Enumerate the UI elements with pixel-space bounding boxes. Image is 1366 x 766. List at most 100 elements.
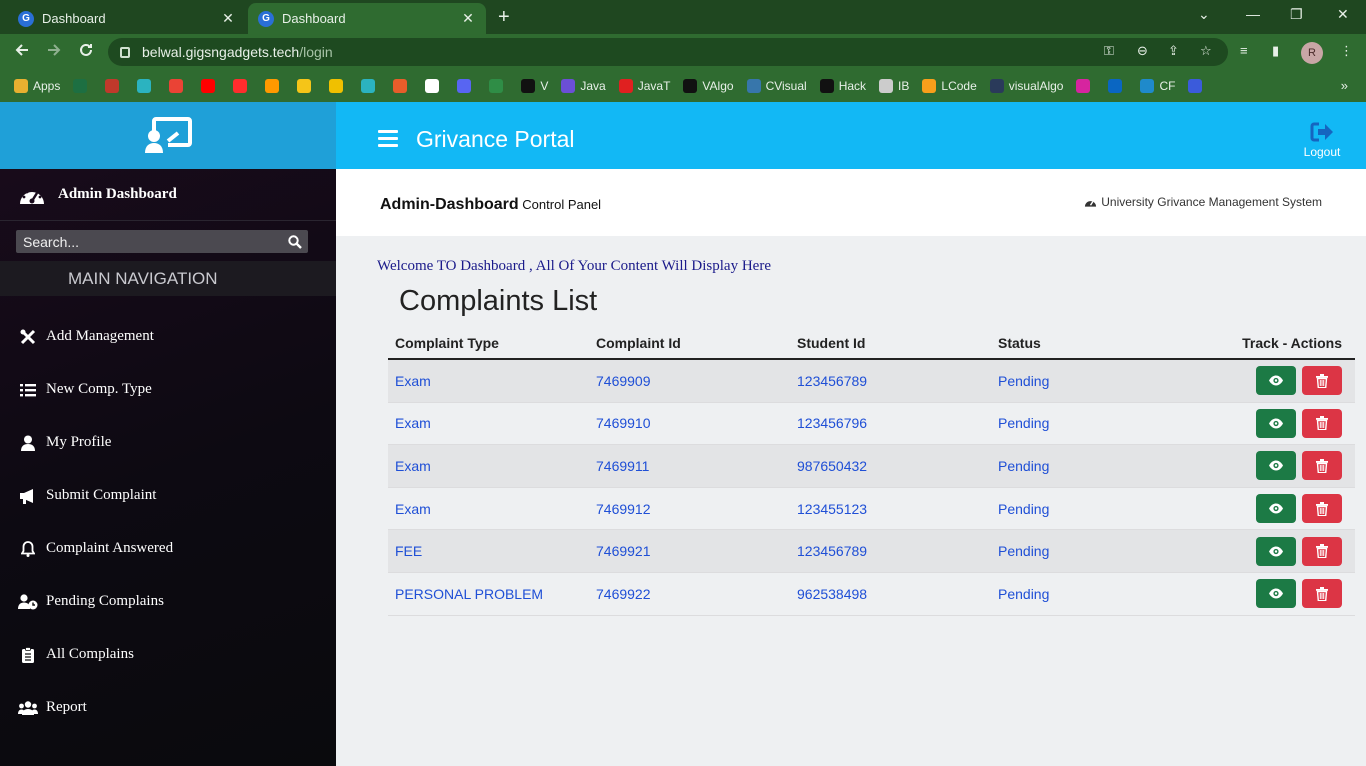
bookmark-item[interactable]: Apps xyxy=(14,79,60,93)
bookmark-item[interactable]: IB xyxy=(879,79,909,93)
sidebar-item-submit-complaint[interactable]: Submit Complaint xyxy=(18,487,156,504)
search-input[interactable] xyxy=(16,233,282,250)
admin-dashboard-link[interactable]: Admin Dashboard xyxy=(0,169,336,221)
url-omnibox[interactable]: belwal.gigsngadgets.tech/login xyxy=(108,38,1228,66)
minimize-icon[interactable]: — xyxy=(1246,6,1260,22)
delete-button[interactable] xyxy=(1302,536,1342,566)
bookmark-item[interactable]: Java xyxy=(561,79,606,93)
student-id-cell: 123456796 xyxy=(797,415,868,432)
sidebar-item-all-complains[interactable]: All Complains xyxy=(18,646,134,663)
view-button[interactable] xyxy=(1256,408,1296,438)
trash-icon xyxy=(1316,586,1328,601)
new-tab-icon[interactable]: + xyxy=(498,6,510,29)
bookmark-item[interactable]: LCode xyxy=(922,79,977,93)
complaint-id-cell: 7469910 xyxy=(596,415,651,432)
tab-search-icon[interactable]: ⌄ xyxy=(1198,6,1210,23)
bookmark-item[interactable] xyxy=(73,79,92,93)
key-icon[interactable]: ⚿ xyxy=(1104,43,1114,59)
delete-button[interactable] xyxy=(1302,451,1342,481)
hamburger-menu-icon[interactable] xyxy=(378,130,398,151)
forward-icon[interactable] xyxy=(46,42,62,63)
bookmarks-overflow-icon[interactable]: » xyxy=(1341,78,1348,93)
table-row: FEE 7469921 123456789 Pending xyxy=(388,530,1355,573)
bookmark-item[interactable] xyxy=(137,79,156,93)
bookmark-item[interactable] xyxy=(1108,79,1127,93)
bookmark-item[interactable]: Hack xyxy=(819,79,866,93)
bookmark-item[interactable] xyxy=(393,79,412,93)
bookmark-item[interactable]: JavaT xyxy=(618,79,670,93)
sidebar-item-label: Add Management xyxy=(46,328,154,344)
page-title-main: Admin-Dashboard xyxy=(380,196,519,213)
bookmark-item[interactable] xyxy=(169,79,188,93)
gauge-icon xyxy=(1085,200,1097,207)
sidebar-item-complaint-answered[interactable]: Complaint Answered xyxy=(18,540,173,557)
bookmark-item[interactable] xyxy=(265,79,284,93)
share-icon[interactable]: ⇪ xyxy=(1168,43,1179,59)
bookmark-item[interactable]: CVisual xyxy=(746,79,807,93)
sidebar-item-pending-complains[interactable]: Pending Complains xyxy=(18,593,164,610)
brand-logo[interactable] xyxy=(0,102,336,169)
tools-icon xyxy=(18,329,38,345)
browser-tab-active[interactable]: G Dashboard ✕ xyxy=(248,3,486,34)
tab-close-icon[interactable]: ✕ xyxy=(460,10,476,27)
tab-title: Dashboard xyxy=(42,11,106,26)
bookmark-item[interactable] xyxy=(201,79,220,93)
user-clock-icon xyxy=(18,593,38,610)
view-button[interactable] xyxy=(1256,451,1296,481)
eye-icon xyxy=(1269,375,1283,386)
bookmark-item[interactable] xyxy=(297,79,316,93)
sidebar-item-my-profile[interactable]: My Profile xyxy=(18,434,111,451)
zoom-icon[interactable]: ⊖ xyxy=(1137,43,1148,59)
reload-icon[interactable] xyxy=(78,42,94,63)
search-icon[interactable] xyxy=(282,234,308,249)
restore-icon[interactable]: ❐ xyxy=(1290,6,1303,23)
delete-button[interactable] xyxy=(1302,494,1342,524)
bookmark-favicon-icon xyxy=(393,79,408,93)
bookmark-item[interactable]: V xyxy=(521,79,548,93)
bookmark-item[interactable] xyxy=(489,79,508,93)
view-button[interactable] xyxy=(1256,366,1296,396)
logout-button[interactable]: Logout xyxy=(1302,122,1342,159)
menu-kebab-icon[interactable]: ⋮ xyxy=(1340,43,1353,59)
complaint-type-cell: Exam xyxy=(395,372,431,389)
bookmark-item[interactable]: visualAlgo xyxy=(989,79,1063,93)
view-button[interactable] xyxy=(1256,494,1296,524)
bookmark-item[interactable]: VAlgo xyxy=(683,79,734,93)
bookmark-item[interactable] xyxy=(457,79,476,93)
bookmark-favicon-icon xyxy=(425,79,440,93)
sidebar-item-label: All Complains xyxy=(46,646,134,662)
bookmark-item[interactable] xyxy=(1076,79,1095,93)
actions-cell xyxy=(1131,494,1355,524)
complaints-table: Complaint Type Complaint Id Student Id S… xyxy=(388,327,1355,616)
view-button[interactable] xyxy=(1256,536,1296,566)
browser-tab[interactable]: G Dashboard ✕ xyxy=(8,3,246,34)
bookmark-item[interactable] xyxy=(105,79,124,93)
tab-close-icon[interactable]: ✕ xyxy=(220,10,236,27)
delete-button[interactable] xyxy=(1302,366,1342,396)
users-icon xyxy=(18,700,38,715)
view-button[interactable] xyxy=(1256,579,1296,609)
complaint-id-cell: 7469921 xyxy=(596,543,651,560)
sidebar-item-add-management[interactable]: Add Management xyxy=(18,328,154,345)
delete-button[interactable] xyxy=(1302,408,1342,438)
bookmark-item[interactable] xyxy=(1188,79,1207,93)
sidebar-item-report[interactable]: Report xyxy=(18,699,87,716)
media-queue-icon[interactable]: ≡ xyxy=(1240,43,1248,58)
bookmark-star-icon[interactable]: ☆ xyxy=(1200,43,1212,59)
url-text: belwal.gigsngadgets.tech/login xyxy=(142,44,333,60)
side-panel-icon[interactable]: ▮ xyxy=(1272,43,1279,59)
bookmark-item[interactable] xyxy=(361,79,380,93)
back-icon[interactable] xyxy=(14,42,30,63)
sidebar-item-new-comp-type[interactable]: New Comp. Type xyxy=(18,381,152,398)
bookmark-item[interactable]: CF xyxy=(1140,79,1175,93)
profile-avatar[interactable]: R xyxy=(1301,42,1323,64)
bookmark-item[interactable] xyxy=(329,79,348,93)
close-window-icon[interactable]: ✕ xyxy=(1337,6,1349,23)
actions-cell xyxy=(1131,536,1355,566)
complaint-type-cell: PERSONAL PROBLEM xyxy=(395,585,544,602)
bookmark-item[interactable] xyxy=(425,79,444,93)
bookmark-item[interactable] xyxy=(233,79,252,93)
complaint-type-cell: Exam xyxy=(395,415,431,432)
student-id-cell: 987650432 xyxy=(797,457,868,474)
delete-button[interactable] xyxy=(1302,579,1342,609)
